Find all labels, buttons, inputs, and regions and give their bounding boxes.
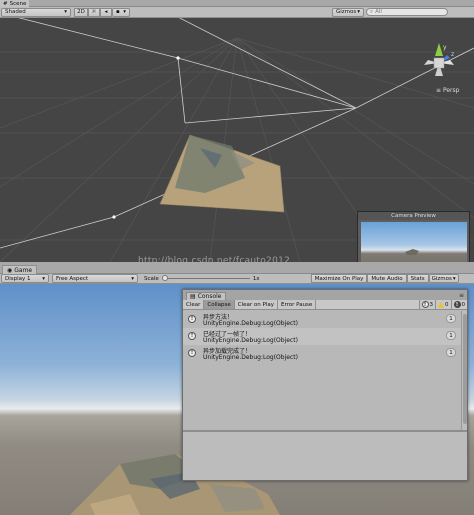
scene-icon: # [3, 0, 8, 7]
tab-game-label: Game [14, 266, 33, 274]
error-count: 0 [461, 301, 466, 308]
console-toolbar: Clear Collapse Clear on Play Error Pause… [183, 300, 467, 310]
maximize-on-play-toggle[interactable]: Maximize On Play [310, 274, 368, 283]
chevron-down-icon: ▾ [123, 9, 126, 15]
error-filter-toggle[interactable]: ! 0 [450, 300, 468, 309]
log-source: UnityEngine.Debug:Log(Object) [203, 337, 298, 344]
warning-filter-toggle[interactable]: 0 [435, 300, 451, 309]
camera-preview-title: Camera Preview [358, 212, 469, 220]
scene-gizmos-label: Gizmos [336, 9, 357, 15]
image-icon: ▪ [116, 9, 120, 15]
collapse-toggle[interactable]: Collapse [204, 300, 235, 309]
audio-icon: ◂ [104, 9, 108, 15]
console-scrollbar-thumb[interactable] [463, 314, 467, 424]
persp-icon: ≡ [436, 87, 442, 94]
log-entry[interactable]: ! 异步加载完成了！ UnityEngine.Debug:Log(Object)… [183, 345, 461, 362]
log-entry[interactable]: ! 异步方法！ UnityEngine.Debug:Log(Object) 1 [183, 311, 461, 328]
chevron-down-icon: ▾ [42, 275, 45, 282]
mute-audio-label: Mute Audio [371, 275, 403, 282]
menu-icon: ≡ [458, 292, 464, 299]
tab-scene[interactable]: # Scene [0, 0, 30, 7]
scale-slider-thumb[interactable] [161, 275, 168, 281]
gizmo-y-label: y [443, 44, 447, 51]
scale-slider[interactable] [161, 274, 250, 283]
clear-label: Clear [186, 301, 201, 308]
stats-toggle[interactable]: Stats [406, 274, 429, 283]
log-source: UnityEngine.Debug:Log(Object) [203, 354, 298, 361]
scene-search-input[interactable]: ⌕ All [366, 8, 448, 16]
scene-viewport[interactable]: y z ≡ Persp Camera Preview [0, 18, 474, 262]
chevron-down-icon: ▾ [452, 275, 456, 282]
game-gizmos-dropdown[interactable]: Gizmos ▾ [428, 274, 459, 283]
tab-console[interactable]: ▤ Console [186, 292, 226, 300]
scale-slider-track [161, 278, 250, 279]
console-icon: ▤ [190, 293, 196, 300]
game-tabbar: ◉ Game [0, 262, 474, 274]
aspect-value: Free Aspect [56, 275, 89, 282]
scale-label: Scale [144, 275, 159, 282]
tab-console-label: Console [197, 293, 222, 300]
persp-text: Persp [442, 87, 460, 94]
clear-on-play-label: Clear on Play [237, 301, 274, 308]
chevron-down-icon: ▾ [131, 275, 134, 282]
console-menu-button[interactable]: ≡ [459, 292, 464, 299]
scale-value: 1x [252, 275, 260, 282]
console-log-list: ! 异步方法！ UnityEngine.Debug:Log(Object) 1 … [183, 311, 461, 430]
game-gizmos-label: Gizmos [431, 275, 452, 282]
console-scrollbar[interactable] [461, 311, 467, 430]
warning-count: 0 [445, 301, 449, 308]
info-icon: ! [188, 349, 196, 357]
log-count-badge: 1 [446, 348, 456, 357]
collapse-label: Collapse [207, 301, 231, 308]
lighting-toggle[interactable]: ☼ [88, 7, 100, 17]
camera-preview-image [361, 222, 467, 262]
persp-label[interactable]: ≡ Persp [436, 87, 459, 94]
log-source: UnityEngine.Debug:Log(Object) [203, 320, 298, 327]
console-window[interactable]: ▤ Console ≡ Clear Collapse Clear on Play… [182, 289, 468, 481]
info-icon: ! [188, 315, 196, 323]
scene-tabbar: # Scene [0, 0, 474, 7]
toggle-2d-button[interactable]: 2D [74, 7, 88, 17]
tab-scene-label: Scene [9, 0, 27, 7]
effects-dropdown[interactable]: ▪ ▾ [112, 7, 130, 17]
console-detail-pane [183, 432, 467, 480]
info-icon: ! [188, 332, 196, 340]
search-placeholder: All [375, 9, 382, 15]
console-titlebar[interactable]: ▤ Console ≡ [183, 290, 467, 300]
chevron-down-icon: ▾ [357, 9, 360, 15]
display-value: Display 1 [5, 275, 31, 282]
info-count: 3 [429, 301, 434, 308]
chevron-down-icon: ▾ [64, 9, 67, 15]
display-dropdown[interactable]: Display 1 ▾ [1, 274, 49, 283]
shading-mode-dropdown[interactable]: Shaded ▾ [1, 7, 71, 17]
log-count-badge: 1 [446, 314, 456, 323]
error-icon: ! [453, 301, 461, 308]
scene-toolbar: Shaded ▾ 2D ☼ ◂ ▪ ▾ Gizmos ▾ ⌕ All [0, 7, 474, 18]
error-pause-label: Error Pause [280, 301, 313, 308]
aspect-dropdown[interactable]: Free Aspect ▾ [52, 274, 138, 283]
error-pause-toggle[interactable]: Error Pause [278, 300, 317, 309]
scene-gizmos-dropdown[interactable]: Gizmos ▾ [332, 7, 364, 17]
maximize-on-play-label: Maximize On Play [314, 275, 364, 282]
stats-label: Stats [410, 275, 425, 282]
tab-game[interactable]: ◉ Game [2, 265, 38, 274]
camera-preview: Camera Preview [357, 211, 470, 262]
log-entry[interactable]: ! 已经过了一帧了！ UnityEngine.Debug:Log(Object)… [183, 328, 461, 345]
log-count-badge: 1 [446, 331, 456, 340]
clear-on-play-toggle[interactable]: Clear on Play [235, 300, 278, 309]
clear-button[interactable]: Clear [183, 300, 205, 309]
warning-icon [438, 301, 444, 308]
gizmo-z-label: z [451, 51, 454, 58]
info-icon: ! [421, 301, 429, 308]
info-filter-toggle[interactable]: ! 3 [418, 300, 436, 309]
game-icon: ◉ [7, 266, 13, 274]
sun-icon: ☼ [91, 9, 97, 15]
shading-mode-value: Shaded [5, 9, 26, 15]
game-toolbar: Display 1 ▾ Free Aspect ▾ Scale 1x Maxim… [0, 274, 474, 284]
mute-audio-toggle[interactable]: Mute Audio [367, 274, 407, 283]
audio-toggle[interactable]: ◂ [100, 7, 112, 17]
toggle-2d-label: 2D [77, 9, 85, 15]
search-icon: ⌕ [370, 8, 374, 15]
